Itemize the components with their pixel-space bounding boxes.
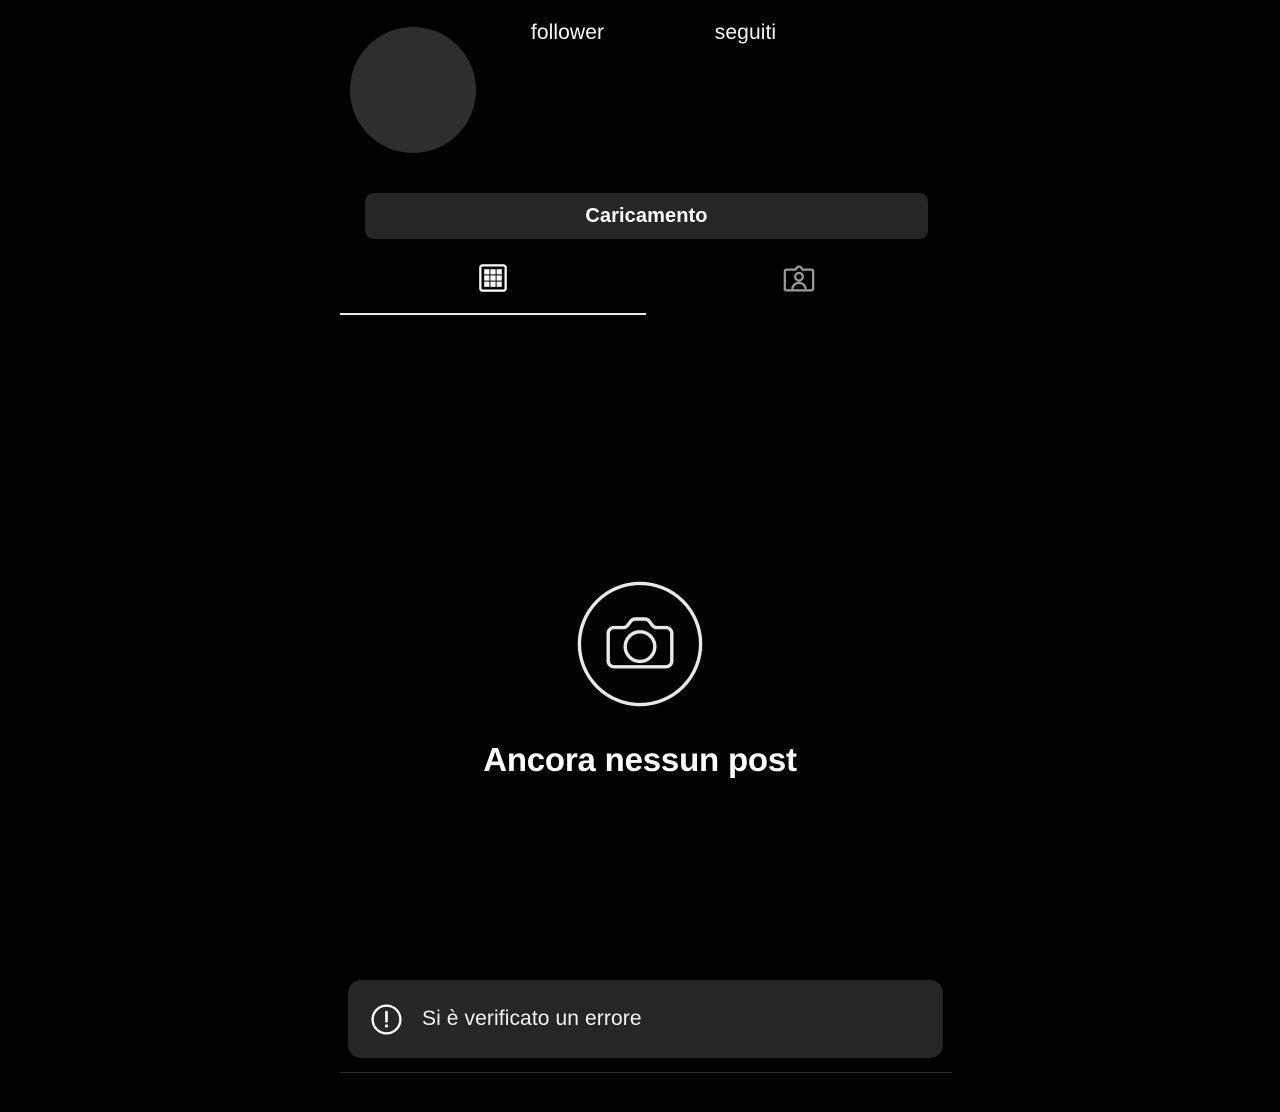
profile-action-button[interactable]: Caricamento xyxy=(365,193,928,239)
stat-following[interactable]: seguiti xyxy=(668,20,823,46)
tagged-person-icon xyxy=(782,262,816,296)
stat-followers-label: follower xyxy=(530,21,605,44)
avatar[interactable] xyxy=(350,27,476,153)
tab-posts[interactable] xyxy=(340,256,646,315)
empty-state-title: Ancora nessun post xyxy=(483,741,797,778)
profile-header: follower seguiti xyxy=(0,0,1280,180)
empty-state: Ancora nessun post xyxy=(0,580,1280,779)
tab-tagged[interactable] xyxy=(646,256,952,315)
error-toast[interactable]: Si è verificato un errore xyxy=(348,980,943,1058)
exclamation-circle-icon xyxy=(370,1003,403,1036)
profile-screen: follower seguiti Caricamento Ancora ness… xyxy=(0,0,1280,1112)
bottom-divider xyxy=(340,1072,952,1073)
profile-tabs xyxy=(340,256,952,315)
error-toast-message: Si è verificato un errore xyxy=(422,1007,642,1030)
stat-following-label: seguiti xyxy=(714,21,777,44)
stat-followers[interactable]: follower xyxy=(490,20,645,46)
grid-icon xyxy=(477,262,509,294)
camera-circle-icon xyxy=(576,580,704,708)
